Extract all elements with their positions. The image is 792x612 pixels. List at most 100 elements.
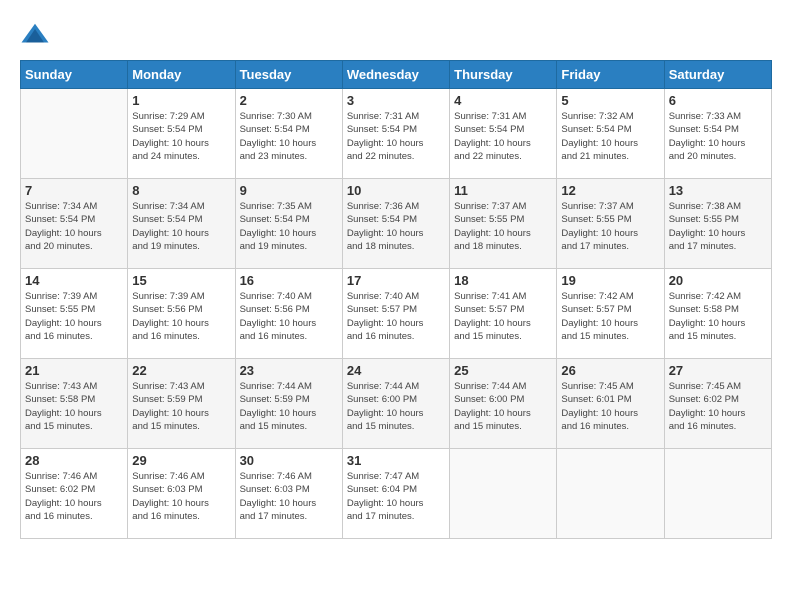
calendar-day-cell: 20 Sunrise: 7:42 AM Sunset: 5:58 PM Dayli…: [664, 269, 771, 359]
day-info: Sunrise: 7:46 AM Sunset: 6:03 PM Dayligh…: [240, 470, 338, 523]
calendar-day-header: Sunday: [21, 61, 128, 89]
calendar-day-cell: 11 Sunrise: 7:37 AM Sunset: 5:55 PM Dayli…: [450, 179, 557, 269]
day-info: Sunrise: 7:39 AM Sunset: 5:56 PM Dayligh…: [132, 290, 230, 343]
day-info: Sunrise: 7:39 AM Sunset: 5:55 PM Dayligh…: [25, 290, 123, 343]
calendar-day-cell: 25 Sunrise: 7:44 AM Sunset: 6:00 PM Dayli…: [450, 359, 557, 449]
calendar-day-cell: 2 Sunrise: 7:30 AM Sunset: 5:54 PM Daylig…: [235, 89, 342, 179]
calendar-day-cell: 4 Sunrise: 7:31 AM Sunset: 5:54 PM Daylig…: [450, 89, 557, 179]
calendar-day-header: Tuesday: [235, 61, 342, 89]
day-number: 19: [561, 273, 659, 288]
day-info: Sunrise: 7:30 AM Sunset: 5:54 PM Dayligh…: [240, 110, 338, 163]
day-number: 8: [132, 183, 230, 198]
calendar-day-cell: 21Sunrise: 7:43 AM Sunset: 5:58 PM Dayli…: [21, 359, 128, 449]
calendar-day-cell: 19Sunrise: 7:42 AM Sunset: 5:57 PM Dayli…: [557, 269, 664, 359]
calendar-table: SundayMondayTuesdayWednesdayThursdayFrid…: [20, 60, 772, 539]
day-number: 26: [561, 363, 659, 378]
calendar-week-row: 7 Sunrise: 7:34 AM Sunset: 5:54 PM Daylig…: [21, 179, 772, 269]
calendar-header-row: SundayMondayTuesdayWednesdayThursdayFrid…: [21, 61, 772, 89]
day-number: 9: [240, 183, 338, 198]
calendar-day-cell: [21, 89, 128, 179]
calendar-day-cell: 1Sunrise: 7:29 AM Sunset: 5:54 PM Daylig…: [128, 89, 235, 179]
day-number: 28: [25, 453, 123, 468]
day-number: 11: [454, 183, 552, 198]
day-number: 6: [669, 93, 767, 108]
calendar-day-cell: 23 Sunrise: 7:44 AM Sunset: 5:59 PM Dayli…: [235, 359, 342, 449]
day-info: Sunrise: 7:31 AM Sunset: 5:54 PM Dayligh…: [347, 110, 445, 163]
day-number: 31: [347, 453, 445, 468]
page-header: [20, 20, 772, 50]
day-number: 22: [132, 363, 230, 378]
day-number: 24: [347, 363, 445, 378]
calendar-day-header: Thursday: [450, 61, 557, 89]
calendar-day-cell: 18 Sunrise: 7:41 AM Sunset: 5:57 PM Dayli…: [450, 269, 557, 359]
day-info: Sunrise: 7:44 AM Sunset: 6:00 PM Dayligh…: [347, 380, 445, 433]
day-number: 20: [669, 273, 767, 288]
day-info: Sunrise: 7:33 AM Sunset: 5:54 PM Dayligh…: [669, 110, 767, 163]
day-number: 16: [240, 273, 338, 288]
day-number: 10: [347, 183, 445, 198]
day-info: Sunrise: 7:34 AM Sunset: 5:54 PM Dayligh…: [25, 200, 123, 253]
day-info: Sunrise: 7:45 AM Sunset: 6:01 PM Dayligh…: [561, 380, 659, 433]
day-info: Sunrise: 7:46 AM Sunset: 6:03 PM Dayligh…: [132, 470, 230, 523]
day-info: Sunrise: 7:41 AM Sunset: 5:57 PM Dayligh…: [454, 290, 552, 343]
day-info: Sunrise: 7:32 AM Sunset: 5:54 PM Dayligh…: [561, 110, 659, 163]
day-info: Sunrise: 7:40 AM Sunset: 5:56 PM Dayligh…: [240, 290, 338, 343]
day-number: 27: [669, 363, 767, 378]
day-number: 18: [454, 273, 552, 288]
calendar-day-cell: 30 Sunrise: 7:46 AM Sunset: 6:03 PM Dayli…: [235, 449, 342, 539]
day-info: Sunrise: 7:44 AM Sunset: 6:00 PM Dayligh…: [454, 380, 552, 433]
day-info: Sunrise: 7:37 AM Sunset: 5:55 PM Dayligh…: [561, 200, 659, 253]
day-number: 23: [240, 363, 338, 378]
day-info: Sunrise: 7:42 AM Sunset: 5:58 PM Dayligh…: [669, 290, 767, 343]
calendar-day-cell: 28 Sunrise: 7:46 AM Sunset: 6:02 PM Dayli…: [21, 449, 128, 539]
calendar-day-cell: 7 Sunrise: 7:34 AM Sunset: 5:54 PM Daylig…: [21, 179, 128, 269]
day-info: Sunrise: 7:31 AM Sunset: 5:54 PM Dayligh…: [454, 110, 552, 163]
day-number: 7: [25, 183, 123, 198]
calendar-day-cell: 8 Sunrise: 7:34 AM Sunset: 5:54 PM Daylig…: [128, 179, 235, 269]
calendar-day-cell: 26 Sunrise: 7:45 AM Sunset: 6:01 PM Dayli…: [557, 359, 664, 449]
logo: [20, 20, 54, 50]
calendar-day-cell: 27 Sunrise: 7:45 AM Sunset: 6:02 PM Dayli…: [664, 359, 771, 449]
calendar-day-cell: 13Sunrise: 7:38 AM Sunset: 5:55 PM Dayli…: [664, 179, 771, 269]
calendar-day-cell: [557, 449, 664, 539]
day-info: Sunrise: 7:35 AM Sunset: 5:54 PM Dayligh…: [240, 200, 338, 253]
calendar-day-cell: 10Sunrise: 7:36 AM Sunset: 5:54 PM Dayli…: [342, 179, 449, 269]
calendar-day-cell: 31 Sunrise: 7:47 AM Sunset: 6:04 PM Dayli…: [342, 449, 449, 539]
day-number: 14: [25, 273, 123, 288]
calendar-day-cell: 6 Sunrise: 7:33 AM Sunset: 5:54 PM Daylig…: [664, 89, 771, 179]
day-number: 3: [347, 93, 445, 108]
day-number: 30: [240, 453, 338, 468]
calendar-day-cell: 22 Sunrise: 7:43 AM Sunset: 5:59 PM Dayli…: [128, 359, 235, 449]
day-info: Sunrise: 7:47 AM Sunset: 6:04 PM Dayligh…: [347, 470, 445, 523]
day-number: 12: [561, 183, 659, 198]
day-number: 29: [132, 453, 230, 468]
day-info: Sunrise: 7:44 AM Sunset: 5:59 PM Dayligh…: [240, 380, 338, 433]
calendar-week-row: 28 Sunrise: 7:46 AM Sunset: 6:02 PM Dayli…: [21, 449, 772, 539]
day-info: Sunrise: 7:29 AM Sunset: 5:54 PM Dayligh…: [132, 110, 230, 163]
day-info: Sunrise: 7:45 AM Sunset: 6:02 PM Dayligh…: [669, 380, 767, 433]
day-info: Sunrise: 7:37 AM Sunset: 5:55 PM Dayligh…: [454, 200, 552, 253]
day-number: 5: [561, 93, 659, 108]
day-number: 17: [347, 273, 445, 288]
day-info: Sunrise: 7:43 AM Sunset: 5:58 PM Dayligh…: [25, 380, 123, 433]
day-info: Sunrise: 7:46 AM Sunset: 6:02 PM Dayligh…: [25, 470, 123, 523]
day-number: 4: [454, 93, 552, 108]
calendar-week-row: 14 Sunrise: 7:39 AM Sunset: 5:55 PM Dayli…: [21, 269, 772, 359]
calendar-day-cell: [664, 449, 771, 539]
day-number: 13: [669, 183, 767, 198]
logo-icon: [20, 20, 50, 50]
calendar-day-cell: 16 Sunrise: 7:40 AM Sunset: 5:56 PM Dayli…: [235, 269, 342, 359]
calendar-day-cell: 9 Sunrise: 7:35 AM Sunset: 5:54 PM Daylig…: [235, 179, 342, 269]
calendar-day-cell: [450, 449, 557, 539]
calendar-day-cell: 12 Sunrise: 7:37 AM Sunset: 5:55 PM Dayli…: [557, 179, 664, 269]
day-number: 15: [132, 273, 230, 288]
day-number: 25: [454, 363, 552, 378]
day-info: Sunrise: 7:40 AM Sunset: 5:57 PM Dayligh…: [347, 290, 445, 343]
day-info: Sunrise: 7:34 AM Sunset: 5:54 PM Dayligh…: [132, 200, 230, 253]
calendar-day-header: Friday: [557, 61, 664, 89]
day-info: Sunrise: 7:43 AM Sunset: 5:59 PM Dayligh…: [132, 380, 230, 433]
calendar-day-cell: 15 Sunrise: 7:39 AM Sunset: 5:56 PM Dayli…: [128, 269, 235, 359]
day-number: 2: [240, 93, 338, 108]
calendar-day-cell: 5 Sunrise: 7:32 AM Sunset: 5:54 PM Daylig…: [557, 89, 664, 179]
calendar-day-header: Wednesday: [342, 61, 449, 89]
